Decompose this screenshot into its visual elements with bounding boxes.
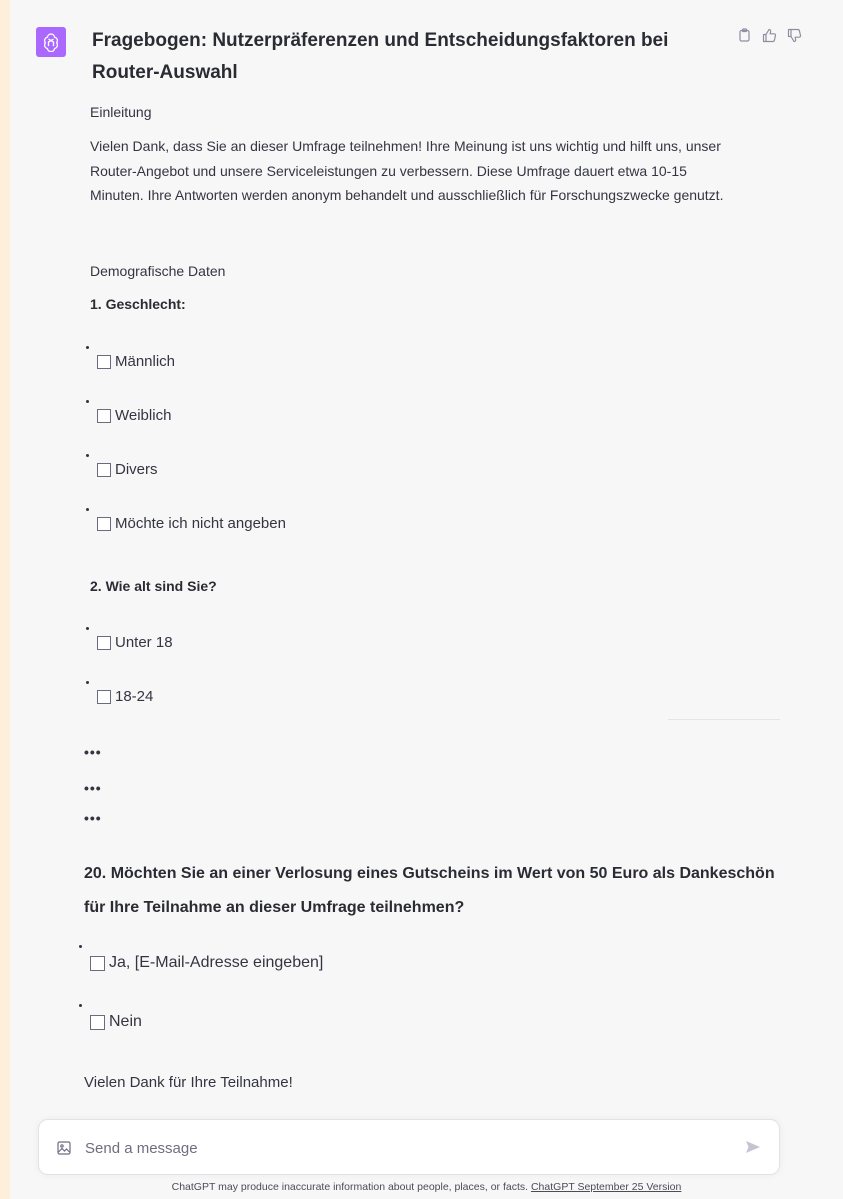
demographics-heading: Demografische Daten xyxy=(90,263,226,279)
list-bullet xyxy=(86,627,89,630)
thumbs-down-icon[interactable] xyxy=(786,27,802,43)
question-20-label: 20. Möchten Sie an einer Verlosung eines… xyxy=(84,865,775,916)
image-icon[interactable] xyxy=(57,1141,71,1160)
list-bullet xyxy=(86,681,89,684)
option-label: Nein xyxy=(109,1013,142,1030)
list-bullet xyxy=(86,508,89,511)
intro-paragraph: Vielen Dank, dass Sie an dieser Umfrage … xyxy=(90,138,724,203)
closing-text: Vielen Dank für Ihre Teilnahme! xyxy=(84,1074,293,1091)
option-label: Ja, [E-Mail-Adresse eingeben] xyxy=(109,954,324,971)
send-icon[interactable] xyxy=(745,1140,761,1159)
option-18-24: 18-24 xyxy=(97,688,153,705)
list-bullet xyxy=(79,945,82,948)
option-checkbox[interactable] xyxy=(97,354,111,369)
option-weiblich: Weiblich xyxy=(97,407,171,424)
divider xyxy=(668,719,780,720)
message-actions xyxy=(736,27,802,43)
option-checkbox[interactable] xyxy=(97,689,111,704)
chatgpt-logo-icon xyxy=(36,27,66,57)
footer-disclaimer: ChatGPT may produce inaccurate informati… xyxy=(10,1181,843,1193)
option-checkbox[interactable] xyxy=(97,635,111,650)
option-maennlich: Männlich xyxy=(97,353,175,370)
option-unter-18: Unter 18 xyxy=(97,634,173,651)
copy-icon[interactable] xyxy=(736,27,752,43)
ellipsis: ••• xyxy=(84,810,102,826)
thumbs-up-icon[interactable] xyxy=(761,27,777,43)
list-bullet xyxy=(86,400,89,403)
option-ja-email: Ja, [E-Mail-Adresse eingeben] xyxy=(90,954,323,972)
option-checkbox[interactable] xyxy=(97,516,111,531)
chat-frame: Fragebogen: Nutzerpräferenzen und Entsch… xyxy=(10,0,843,1199)
list-bullet xyxy=(86,346,89,349)
footer-text: ChatGPT may produce inaccurate informati… xyxy=(171,1181,531,1193)
message-composer xyxy=(38,1119,780,1175)
option-checkbox[interactable] xyxy=(97,462,111,477)
question-2-label: 2. Wie alt sind Sie? xyxy=(90,578,217,594)
message-input[interactable] xyxy=(83,1134,727,1162)
option-label: Männlich xyxy=(115,353,176,370)
option-checkbox[interactable] xyxy=(90,955,105,971)
option-nein: Nein xyxy=(90,1013,142,1031)
option-label: Weiblich xyxy=(115,407,172,424)
ellipsis: ••• xyxy=(84,744,102,760)
option-label: Divers xyxy=(115,461,158,478)
option-divers: Divers xyxy=(97,461,158,478)
intro-heading: Einleitung xyxy=(90,104,152,120)
option-label: 18-24 xyxy=(115,688,154,705)
option-checkbox[interactable] xyxy=(97,408,111,423)
option-nicht-angeben: Möchte ich nicht angeben xyxy=(97,515,286,532)
option-label: Möchte ich nicht angeben xyxy=(115,515,286,532)
list-bullet xyxy=(79,1004,82,1007)
ellipsis: ••• xyxy=(84,780,102,796)
message-title: Fragebogen: Nutzerpräferenzen und Entsch… xyxy=(92,30,669,83)
option-checkbox[interactable] xyxy=(90,1014,105,1030)
list-bullet xyxy=(86,454,89,457)
option-label: Unter 18 xyxy=(115,634,173,651)
question-1-label: 1. Geschlecht: xyxy=(90,296,186,312)
version-link[interactable]: ChatGPT September 25 Version xyxy=(531,1181,681,1193)
